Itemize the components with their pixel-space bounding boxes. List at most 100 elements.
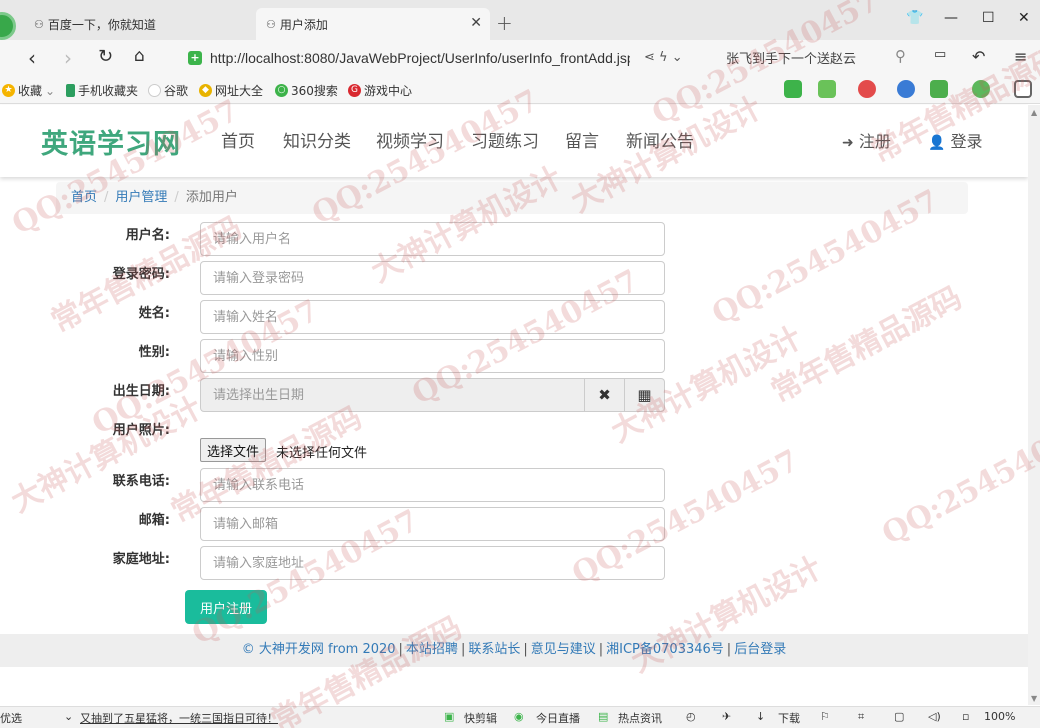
- vertical-scrollbar[interactable]: [1028, 105, 1040, 705]
- new-tab-icon[interactable]: +: [496, 11, 513, 35]
- scroll-up-icon[interactable]: ▲: [1031, 108, 1037, 117]
- bookmark-360[interactable]: ○ 360搜索: [275, 82, 338, 99]
- search-suggestion[interactable]: 张飞到手下一个送赵云: [726, 48, 856, 67]
- photo-label: 用户照片:: [112, 423, 170, 438]
- flag-icon[interactable]: ⚐: [820, 710, 830, 723]
- footer-copyright[interactable]: © 大神开发网 from 2020: [242, 642, 396, 657]
- site-logo[interactable]: 英语学习网: [41, 122, 181, 161]
- bookmark-label: 手机收藏夹: [78, 84, 139, 98]
- status-preferred[interactable]: 优选: [0, 710, 22, 726]
- forward-icon[interactable]: ›: [64, 46, 72, 70]
- window-icon[interactable]: ▢: [894, 710, 904, 723]
- breadcrumb-separator: /: [174, 190, 179, 205]
- email-label: 邮箱:: [138, 513, 170, 528]
- birthday-label: 出生日期:: [112, 384, 170, 399]
- compass-icon: ◆: [199, 84, 212, 97]
- calendar-icon[interactable]: ▦: [625, 378, 665, 412]
- nav-knowledge[interactable]: 知识分类: [283, 127, 351, 152]
- skin-icon[interactable]: 👕: [906, 10, 923, 26]
- extension-chat-icon[interactable]: [784, 80, 802, 98]
- status-hot-news[interactable]: 热点资讯: [618, 710, 662, 726]
- browser-tab-active[interactable]: ⚇ 用户添加 ✕: [256, 8, 490, 40]
- bookmark-mobile[interactable]: 手机收藏夹: [66, 82, 138, 99]
- home-icon[interactable]: ⌂: [134, 46, 145, 66]
- breadcrumb-home[interactable]: 首页: [71, 190, 97, 205]
- status-download[interactable]: 下载: [778, 710, 800, 726]
- extension-game-icon[interactable]: [930, 80, 948, 98]
- birthday-picker: ✖ ▦: [200, 378, 665, 412]
- undo-icon[interactable]: ↶: [972, 47, 985, 66]
- status-quick-clip[interactable]: 快剪辑: [464, 710, 497, 726]
- password-label: 登录密码:: [112, 267, 170, 282]
- nav-home[interactable]: 首页: [221, 127, 255, 152]
- footer-divider: |: [598, 642, 604, 657]
- login-link[interactable]: 👤 登录: [928, 128, 983, 152]
- name-input[interactable]: [200, 300, 665, 334]
- extension-scissors-icon[interactable]: [858, 80, 876, 98]
- extension-grid-icon[interactable]: [1014, 80, 1032, 98]
- tab-close-icon[interactable]: ✕: [470, 15, 482, 31]
- status-news-link[interactable]: 又抽到了五星猛将，一统三国指日可待！: [80, 710, 278, 726]
- site-info-icon: +: [188, 51, 202, 65]
- scroll-down-icon[interactable]: ▼: [1031, 694, 1037, 703]
- footer-link-contact[interactable]: 联系站长: [468, 642, 520, 657]
- game-icon: G: [348, 84, 361, 97]
- search-icon[interactable]: ⚲: [895, 47, 906, 65]
- username-input[interactable]: [200, 222, 665, 256]
- bookmark-games[interactable]: G 游戏中心: [348, 82, 412, 99]
- phone-input[interactable]: [200, 468, 665, 502]
- breadcrumb-current: 添加用户: [185, 190, 238, 205]
- footer-link-feedback[interactable]: 意见与建议: [531, 642, 596, 657]
- address-input[interactable]: [200, 546, 665, 580]
- footer-link-jobs[interactable]: 本站招聘: [406, 642, 458, 657]
- battery-icon[interactable]: ▭: [934, 47, 946, 62]
- extension-money-icon[interactable]: [972, 80, 990, 98]
- footer-divider: |: [726, 642, 732, 657]
- download-icon: ↓: [756, 710, 766, 723]
- birthday-input[interactable]: [200, 378, 585, 412]
- register-submit-button[interactable]: 用户注册: [185, 590, 267, 624]
- login-label: 登录: [950, 132, 983, 151]
- footer-link-admin-login[interactable]: 后台登录: [734, 642, 786, 657]
- bookmarks-bar: ★ 收藏 ⌄ 手机收藏夹 谷歌 ◆ 网址大全 ○ 360搜索 G 游戏中心: [0, 76, 1040, 104]
- status-live[interactable]: 今日直播: [536, 710, 580, 726]
- url-field[interactable]: + http://localhost:8080/JavaWebProject/U…: [188, 46, 704, 70]
- username-label: 用户名:: [125, 228, 170, 243]
- bookmark-label: 游戏中心: [364, 84, 413, 98]
- extension-search-icon[interactable]: [897, 80, 915, 98]
- extension-translate-icon[interactable]: [818, 80, 836, 98]
- menu-icon[interactable]: ≡: [1014, 47, 1027, 66]
- bookmark-label: 网址大全: [215, 84, 264, 98]
- reload-icon[interactable]: ↻: [98, 46, 113, 67]
- gender-input[interactable]: [200, 339, 665, 373]
- star-icon: ★: [2, 84, 15, 97]
- nav-message[interactable]: 留言: [565, 127, 599, 152]
- register-link[interactable]: ➜ 注册: [842, 128, 891, 152]
- maximize-icon[interactable]: ☐: [982, 10, 995, 26]
- tools-icon[interactable]: ✈: [722, 710, 731, 723]
- bookmark-favorites[interactable]: ★ 收藏 ⌄: [2, 82, 55, 99]
- choose-file-button[interactable]: 选择文件: [200, 438, 267, 462]
- clear-date-icon[interactable]: ✖: [585, 378, 625, 412]
- nav-exercise[interactable]: 习题练习: [471, 127, 539, 152]
- browser-tab-baidu[interactable]: ⚇ 百度一下，你就知道: [24, 8, 252, 40]
- nav-news[interactable]: 新闻公告: [626, 127, 694, 152]
- footer-link-icp[interactable]: 湘ICP备0703346号: [606, 642, 724, 657]
- bookmark-sites[interactable]: ◆ 网址大全: [199, 82, 263, 99]
- search-360-icon: ○: [275, 84, 288, 97]
- footer-divider: |: [523, 642, 528, 657]
- share-icon[interactable]: ⋖ ϟ ⌄: [644, 50, 683, 65]
- capture-icon[interactable]: ⌗: [858, 710, 864, 724]
- password-input[interactable]: [200, 261, 665, 295]
- minimize-icon[interactable]: —: [944, 10, 958, 26]
- breadcrumb-user-management[interactable]: 用户管理: [115, 190, 167, 205]
- bookmark-google[interactable]: 谷歌: [148, 82, 188, 99]
- speed-icon[interactable]: ◴: [686, 710, 696, 723]
- volume-icon[interactable]: ◁): [928, 710, 941, 723]
- back-icon[interactable]: ‹: [28, 46, 36, 70]
- nav-video[interactable]: 视频学习: [376, 127, 444, 152]
- email-input[interactable]: [200, 507, 665, 541]
- site-footer: © 大神开发网 from 2020 | 本站招聘 | 联系站长 | 意见与建议 | 湘ICP备0…: [0, 634, 1028, 667]
- status-zoom[interactable]: 100%: [984, 710, 1015, 723]
- close-window-icon[interactable]: ✕: [1018, 10, 1030, 26]
